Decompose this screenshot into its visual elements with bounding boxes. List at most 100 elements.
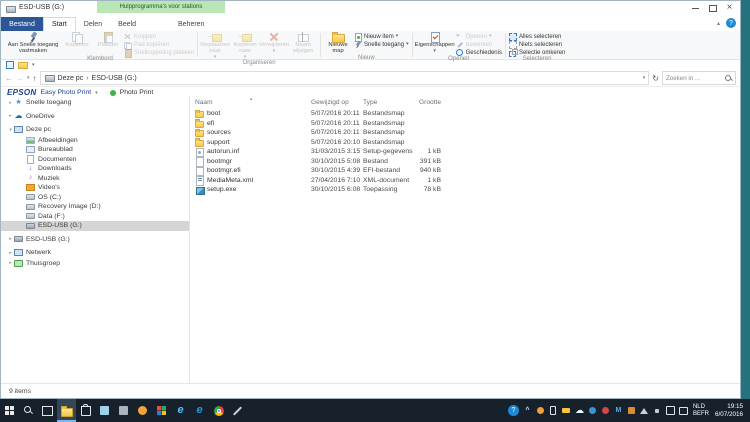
show-hidden-icons-button[interactable]: ^ [523,406,532,415]
file-row-setup-exe[interactable]: setup.exe30/10/2015 6:08Toepassing78 kB [190,185,740,195]
column-header-type[interactable]: Type [363,99,377,106]
file-name[interactable]: sources [195,128,231,138]
easy-access-button[interactable]: Snelle toegang ▾ [354,41,409,48]
volume-tray-icon[interactable] [653,406,662,415]
file-row-bootmgr[interactable]: bootmgr30/10/2015 5:08Bestand391 kB [190,157,740,167]
chevron-icon[interactable]: ▸ [7,250,14,256]
tray-app-icon[interactable] [536,406,545,415]
epson-dropdown-icon[interactable]: ▾ [95,90,98,96]
chevron-icon[interactable]: ▸ [7,113,14,119]
open-button[interactable]: Openen ▾ [456,33,502,40]
app-button[interactable] [133,399,152,422]
file-name[interactable]: bootmgr.efi [195,166,241,176]
tray-app-icon[interactable] [588,406,597,415]
app-pen-button[interactable] [228,399,247,422]
sidebar-item-downloads[interactable]: Downloads [1,164,189,174]
qat-customize-arrow-icon[interactable]: ▾ [32,62,35,68]
onedrive-tray-icon[interactable]: ☁ [575,406,584,415]
file-row-mediameta-xml[interactable]: MediaMeta.xml27/04/2016 7:10XML-document… [190,176,740,186]
file-row-support[interactable]: support5/07/2016 20:10Bestandsmap [190,138,740,148]
sidebar-item-esd-usb-g[interactable]: ▸ESD-USB (G:) [1,235,189,245]
edit-button[interactable]: Bewerken [456,41,502,48]
breadcrumb-root[interactable]: Deze pc [58,75,84,82]
qat-properties-icon[interactable] [6,61,14,69]
tab-delen[interactable]: Delen [76,17,110,31]
tab-beheren[interactable]: Beheren [170,17,212,31]
properties-button[interactable]: Eigenschappen ▾ [416,32,454,54]
app-notes-button[interactable] [95,399,114,422]
help-tray-icon[interactable]: ? [508,405,519,416]
sidebar-item-esd-usb-g[interactable]: ESD-USB (G:) [1,221,189,231]
epson-product-label[interactable]: Easy Photo Print [41,89,92,96]
maximize-button[interactable] [704,1,721,15]
action-center-icon[interactable] [666,406,675,415]
language-indicator[interactable]: NLD BEFR [693,404,709,418]
touch-keyboard-icon[interactable] [679,406,688,415]
history-button[interactable]: Geschiedenis [456,49,502,56]
photo-print-button[interactable]: Photo Print [120,89,154,96]
internet-explorer-button[interactable]: e [171,399,190,422]
search-input[interactable]: Zoeken in ... [662,71,736,85]
tab-beeld[interactable]: Beeld [110,17,144,31]
column-header-gewijzigd-op[interactable]: Gewijzigd op [311,99,349,106]
file-name[interactable]: efi [195,119,214,129]
tray-app-icon[interactable] [627,406,636,415]
qat-folder-icon[interactable] [18,62,28,69]
sidebar-item-afbeeldingen[interactable]: Afbeeldingen [1,136,189,146]
address-dropdown-icon[interactable]: ▾ [643,75,646,81]
address-bar[interactable]: Deze pc › ESD-USB (G:) ▾ [40,71,650,85]
move-to-button[interactable]: Verplaatsen naar ▾ [201,32,229,60]
column-header-naam[interactable]: Naam [195,99,213,106]
recent-locations-arrow-icon[interactable]: ▾ [27,74,30,83]
refresh-icon[interactable]: ↻ [652,74,659,83]
up-button[interactable]: ↑ [33,74,37,83]
app-button[interactable] [114,399,133,422]
tab-bestand[interactable]: Bestand [1,17,43,31]
new-item-button[interactable]: Nieuw item ▾ [354,33,409,40]
file-row-autorun-inf[interactable]: autorun.inf31/03/2015 3:15Setup-gegevens… [190,147,740,157]
file-row-efi[interactable]: efi5/07/2016 20:11Bestandsmap [190,119,740,129]
tray-folder-icon[interactable] [562,406,571,415]
copy-to-button[interactable]: Kopiëren naar ▾ [231,32,259,60]
chrome-button[interactable] [209,399,228,422]
sidebar-item-os-c[interactable]: OS (C:) [1,193,189,203]
back-button[interactable]: ← [5,74,13,83]
store-button[interactable] [76,399,95,422]
clock[interactable]: 19:15 6/07/2016 [715,403,746,418]
copy-path-button[interactable]: Pad kopiëren [124,41,194,48]
chevron-icon[interactable]: ▸ [7,260,14,266]
file-name[interactable]: setup.exe [195,185,236,195]
collapse-ribbon-icon[interactable]: ▴ [717,20,720,27]
chevron-icon[interactable]: ▸ [7,100,14,106]
sidebar-item-documenten[interactable]: Documenten [1,155,189,165]
invert-selection-button[interactable]: Selectie omkeren [509,49,565,56]
task-view-button[interactable] [38,399,57,422]
search-button[interactable] [19,399,38,422]
chevron-icon[interactable]: ▾ [7,127,14,133]
select-all-button[interactable]: Alles selecteren [509,33,565,40]
chevron-icon[interactable]: ▸ [7,236,14,242]
sidebar-item-recovery-image-d[interactable]: Recovery Image (D:) [1,202,189,212]
sidebar-item-deze-pc[interactable]: ▾Deze pc [1,125,189,135]
close-button[interactable]: × [721,1,738,15]
breadcrumb-current[interactable]: ESD-USB (G:) [92,75,137,82]
pin-to-quick-access-button[interactable]: Aan Snelle toegang vastmaken [6,32,60,55]
sidebar-item-netwerk[interactable]: ▸Netwerk [1,248,189,258]
tray-app-icon[interactable]: M [614,406,623,415]
minimize-button[interactable] [687,1,704,15]
tray-app-icon[interactable] [549,406,558,415]
file-name[interactable]: boot [195,109,220,119]
sidebar-item-video-s[interactable]: Video's [1,183,189,193]
delete-button[interactable]: Verwijderen ▾ [261,32,287,54]
file-name[interactable]: autorun.inf [195,147,239,157]
new-folder-button[interactable]: Nieuwe map [324,32,352,55]
file-row-boot[interactable]: boot5/07/2016 20:11Bestandsmap [190,109,740,119]
edge-button[interactable]: e [190,399,209,422]
app-grid-button[interactable] [152,399,171,422]
sidebar-item-muziek[interactable]: Muziek [1,174,189,184]
forward-button[interactable]: → [16,74,24,83]
select-none-button[interactable]: Niets selecteren [509,41,565,48]
paste-button[interactable]: Plakken [94,32,122,49]
cut-button[interactable]: Knippen [124,33,194,40]
sidebar-item-thuisgroep[interactable]: ▸Thuisgroep [1,259,189,269]
